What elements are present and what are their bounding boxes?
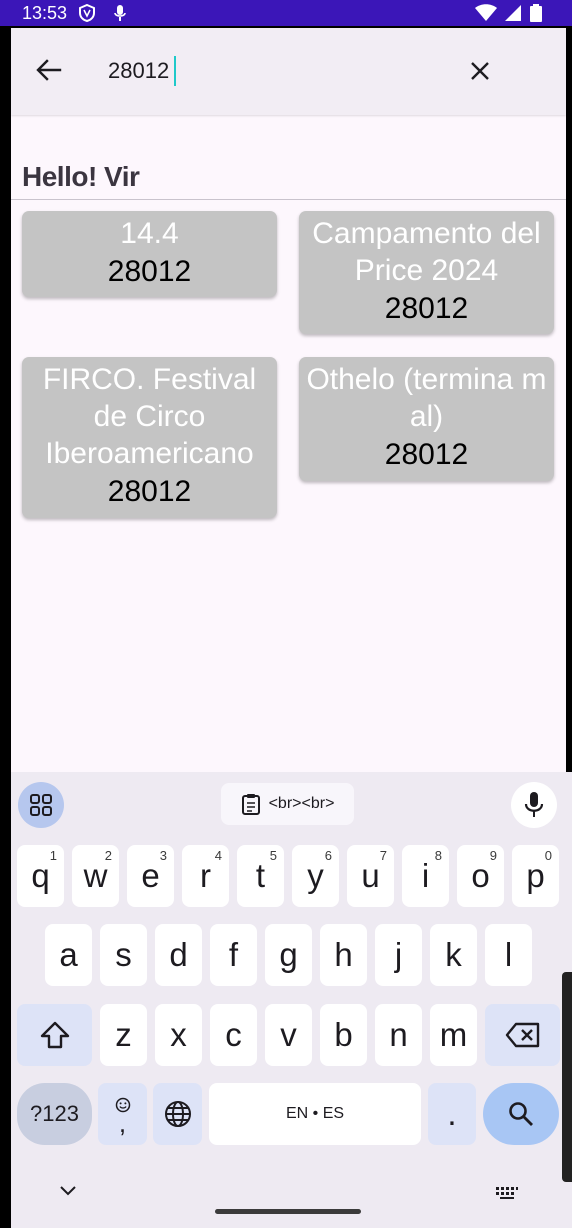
globe-icon: [164, 1101, 191, 1127]
battery-icon: [530, 4, 542, 22]
chevron-down-icon: [60, 1186, 76, 1196]
back-button[interactable]: [31, 52, 67, 88]
keyboard-switch-button[interactable]: [495, 1186, 519, 1205]
app-content: 28012 Hello! Vir 14.4 28012 Campamento d…: [11, 28, 566, 772]
key-m[interactable]: m: [430, 1004, 477, 1066]
key-x[interactable]: x: [155, 1004, 202, 1066]
mic-status-icon: [114, 5, 127, 21]
search-action-key[interactable]: [483, 1083, 559, 1145]
key-d[interactable]: d: [155, 924, 202, 986]
shift-key[interactable]: [17, 1004, 92, 1066]
key-s[interactable]: s: [100, 924, 147, 986]
emoji-comma-key[interactable]: ,: [98, 1083, 147, 1145]
event-card[interactable]: FIRCO. Festival de Circo Iberoamericano …: [22, 357, 277, 518]
backspace-key[interactable]: [485, 1004, 560, 1066]
key-t[interactable]: t5: [237, 845, 284, 907]
key-v[interactable]: v: [265, 1004, 312, 1066]
key-n[interactable]: n: [375, 1004, 422, 1066]
text-caret: [174, 56, 176, 86]
search-icon: [509, 1102, 533, 1126]
status-time: 13:53: [22, 3, 68, 23]
key-q[interactable]: q1: [17, 845, 64, 907]
backspace-icon: [505, 1022, 539, 1048]
arrow-back-icon: [36, 59, 62, 81]
space-key[interactable]: EN • ES: [209, 1083, 421, 1145]
clear-search-button[interactable]: [463, 54, 497, 88]
key-i[interactable]: i8: [402, 845, 449, 907]
key-u[interactable]: u7: [347, 845, 394, 907]
key-b[interactable]: b: [320, 1004, 367, 1066]
key-p[interactable]: p0: [512, 845, 559, 907]
key-c[interactable]: c: [210, 1004, 257, 1066]
key-h[interactable]: h: [320, 924, 367, 986]
event-card[interactable]: Campamento del Price 2024 28012: [299, 211, 554, 334]
wifi-icon: [475, 4, 498, 21]
event-card[interactable]: 14.4 28012: [22, 211, 277, 297]
voice-input-button[interactable]: [511, 782, 557, 828]
symbols-key[interactable]: ?123: [17, 1083, 92, 1145]
key-k[interactable]: k: [430, 924, 477, 986]
keyboard-apps-button[interactable]: [18, 782, 64, 828]
key-j[interactable]: j: [375, 924, 422, 986]
search-bar: 28012: [11, 28, 566, 115]
event-title: 14.4: [120, 217, 179, 250]
key-f[interactable]: f: [210, 924, 257, 986]
vpn-shield-icon: [79, 3, 95, 23]
hide-keyboard-button[interactable]: [59, 1184, 77, 1202]
divider: [11, 199, 566, 200]
event-title: Campamento del Price 2024: [312, 217, 541, 287]
grid-icon: [30, 794, 52, 816]
clipboard-suggestion[interactable]: <br><br>: [221, 783, 354, 825]
side-edge-handle: [562, 972, 572, 1182]
key-r[interactable]: r4: [182, 845, 229, 907]
language-key[interactable]: [153, 1083, 202, 1145]
event-card[interactable]: Othelo (termina mal) 28012: [299, 357, 554, 481]
event-title: FIRCO. Festival de Circo Iberoamericano: [42, 363, 257, 470]
microphone-icon: [524, 792, 544, 817]
key-z[interactable]: z: [100, 1004, 147, 1066]
clipboard-text: <br><br>: [268, 795, 335, 812]
key-e[interactable]: e3: [127, 845, 174, 907]
cell-signal-icon: [504, 5, 521, 21]
event-postal-code: 28012: [384, 438, 469, 471]
key-l[interactable]: l: [485, 924, 532, 986]
clipboard-icon: [241, 794, 260, 815]
key-y[interactable]: y6: [292, 845, 339, 907]
close-icon: [471, 62, 489, 80]
key-g[interactable]: g: [265, 924, 312, 986]
event-postal-code: 28012: [384, 292, 469, 325]
event-postal-code: 28012: [107, 475, 192, 508]
key-a[interactable]: a: [45, 924, 92, 986]
keyboard-icon: [496, 1187, 518, 1199]
event-title: Othelo (termina mal): [306, 363, 547, 433]
search-input[interactable]: 28012: [108, 58, 169, 84]
event-postal-code: 28012: [107, 255, 192, 288]
soft-keyboard: <br><br> q1 w2 e3 r4 t5 y6 u7 i8 o9 p0 a…: [11, 772, 572, 1228]
status-bar: 13:53: [0, 0, 572, 26]
home-gesture-bar[interactable]: [215, 1209, 361, 1214]
greeting-heading: Hello! Vir: [22, 161, 140, 192]
key-w[interactable]: w2: [72, 845, 119, 907]
key-o[interactable]: o9: [457, 845, 504, 907]
period-key[interactable]: .: [428, 1083, 476, 1145]
shift-icon: [40, 1021, 69, 1049]
